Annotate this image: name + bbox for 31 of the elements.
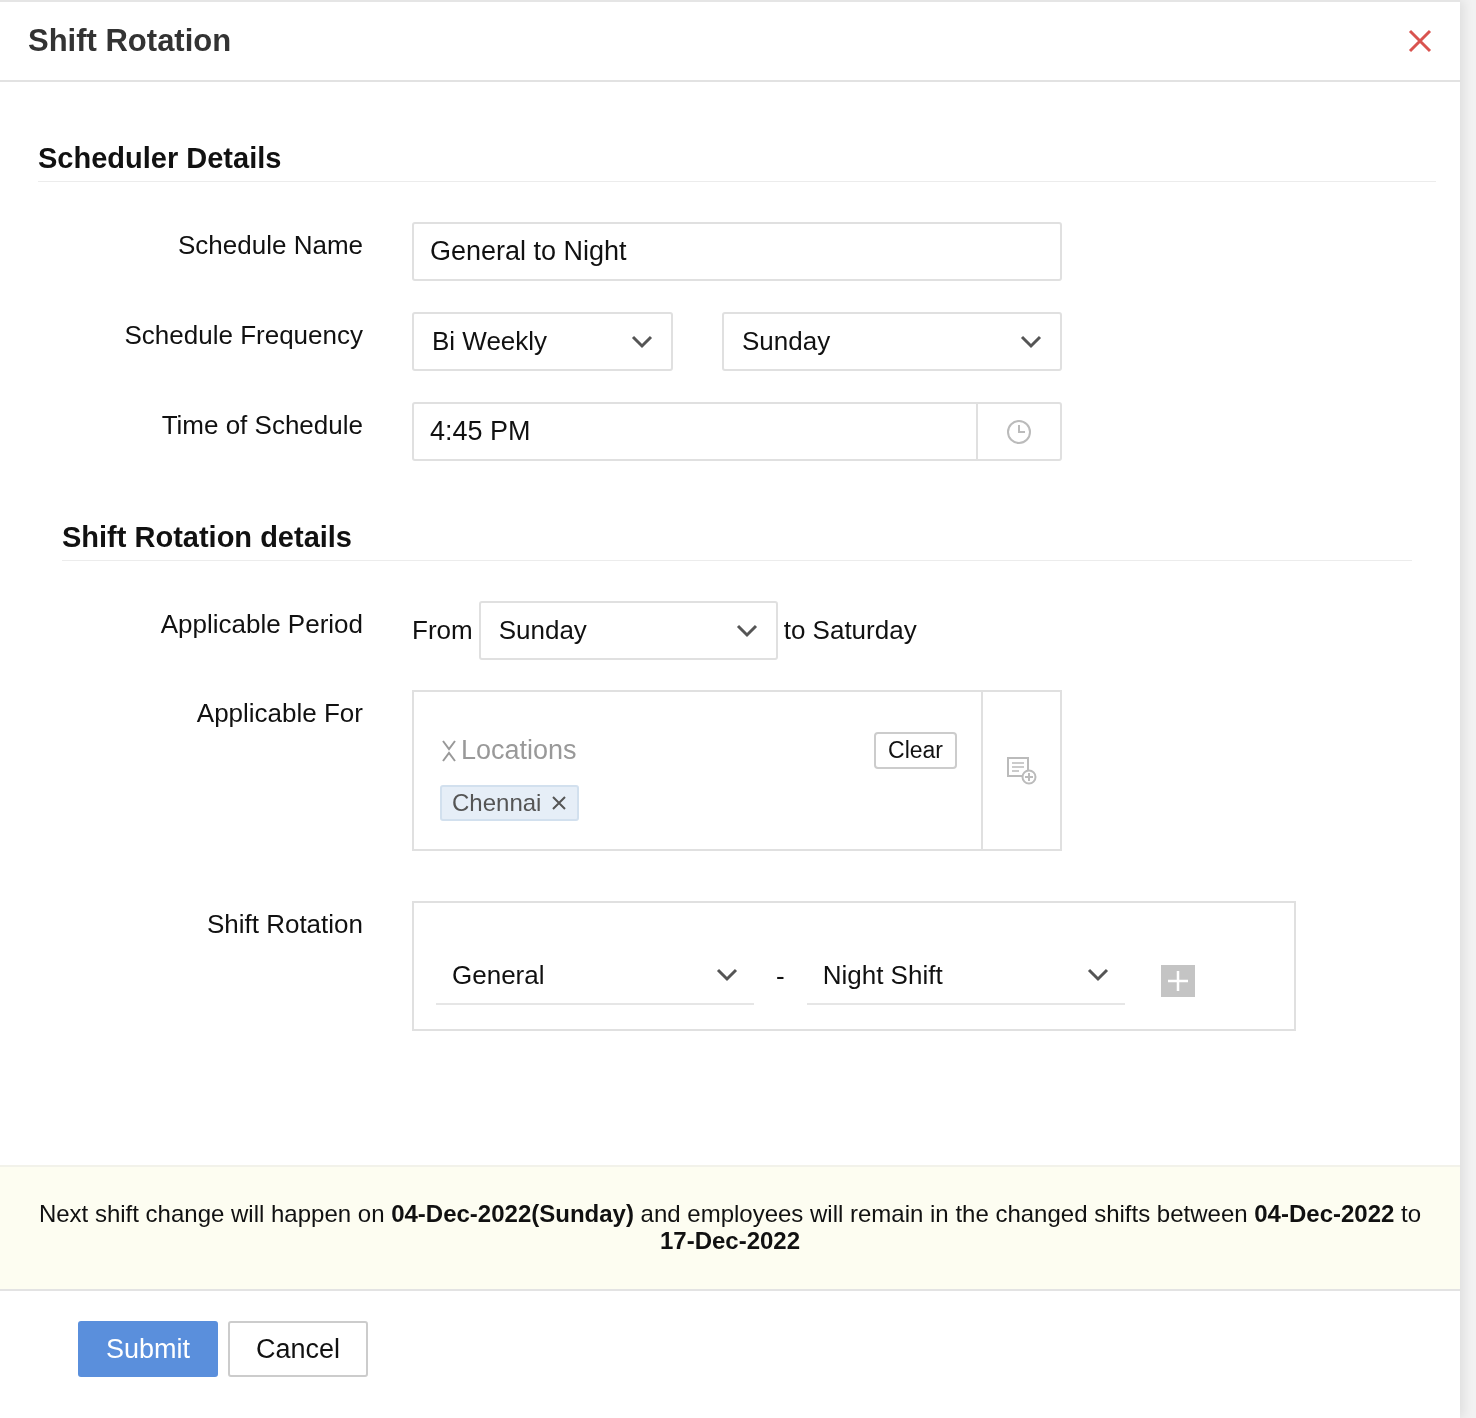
period-end-text: to Saturday — [783, 615, 917, 646]
field-label: Schedule Name — [177, 229, 363, 261]
category-label: Locations — [461, 735, 577, 766]
cancel-button[interactable]: Cancel — [228, 1321, 369, 1377]
chevron-down-icon — [631, 334, 653, 349]
section-heading: Scheduler Details — [38, 142, 1436, 182]
plus-icon — [1166, 970, 1189, 992]
chevron-down-icon — [716, 968, 738, 982]
field-label: Schedule Frequency — [123, 319, 363, 351]
field-label: Time of Schedule — [160, 409, 363, 441]
chevron-down-icon — [735, 623, 758, 638]
dialog-title: Shift Rotation — [28, 23, 232, 59]
separator-dash: - — [776, 960, 785, 992]
input-field[interactable]: General to Night — [412, 222, 1062, 281]
notice-text: Next shift change will happen on 04-Dec-2022(Sunday) and employees will remain in the changed shifts between 04-Dec-2022 to 17-Dec-2022 — [38, 1200, 1422, 1254]
add-button[interactable] — [1160, 965, 1195, 997]
chevron-down-icon — [1086, 968, 1109, 982]
dropdown[interactable]: Sunday — [478, 601, 778, 660]
clear-button[interactable]: Clear — [874, 732, 957, 769]
field-label: Applicable For — [195, 697, 363, 729]
field-label: Applicable Period — [159, 608, 363, 640]
dropdown[interactable]: Sunday — [722, 312, 1062, 371]
section-heading: Shift Rotation details — [62, 521, 1412, 561]
list-add-icon — [1006, 756, 1037, 785]
from-label: From — [412, 615, 473, 646]
location-tag: Chennai — [440, 785, 580, 821]
remove-icon — [551, 795, 568, 811]
chevron-down-icon — [1020, 334, 1042, 349]
field-label: Shift Rotation — [205, 908, 363, 940]
close-icon — [1408, 29, 1432, 53]
dropdown[interactable]: Bi Weekly — [412, 312, 673, 371]
